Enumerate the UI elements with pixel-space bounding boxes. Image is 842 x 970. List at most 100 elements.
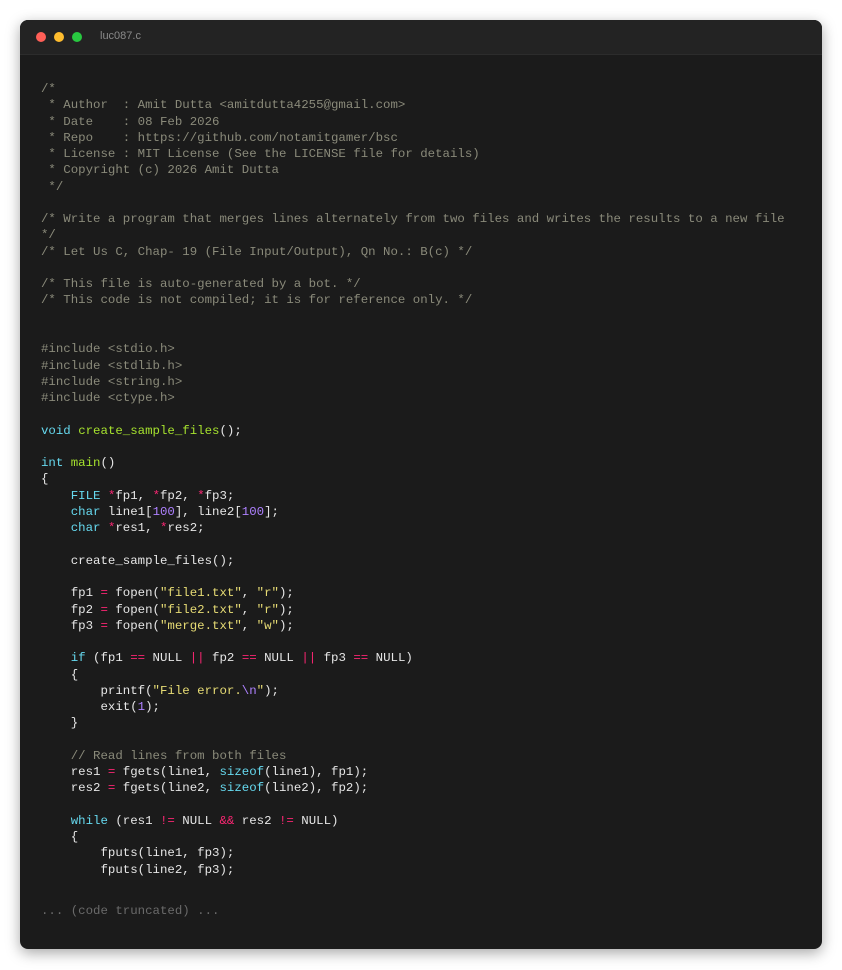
code-token: void bbox=[41, 423, 71, 438]
code-token: #include <string.h> bbox=[41, 374, 183, 389]
code-line: */ bbox=[41, 179, 785, 195]
code-token: res1, bbox=[115, 521, 160, 536]
code-line: /* This code is not compiled; it is for … bbox=[41, 292, 785, 308]
code-token: #include <ctype.h> bbox=[41, 391, 175, 406]
code-token: #include <stdlib.h> bbox=[41, 358, 183, 373]
code-line: FILE *fp1, *fp2, *fp3; bbox=[41, 488, 785, 504]
window-title: luc087.c bbox=[100, 30, 141, 42]
code-token: == bbox=[130, 651, 146, 666]
code-token: "w" bbox=[256, 618, 279, 633]
code-token: NULL bbox=[256, 651, 302, 666]
code-token: { bbox=[41, 667, 79, 682]
code-token: fp2 bbox=[41, 602, 101, 617]
code-token: 1 bbox=[137, 700, 146, 715]
code-token: fopen( bbox=[107, 602, 160, 617]
code-line: fp3 = fopen("merge.txt", "w"); bbox=[41, 618, 785, 634]
code-line: // Read lines from both files bbox=[41, 748, 785, 764]
code-token: fp3 bbox=[41, 618, 101, 633]
code-token: ], line2[ bbox=[174, 504, 242, 519]
code-token: * License : MIT License (See the LICENSE… bbox=[41, 147, 480, 162]
code-token: () bbox=[100, 456, 116, 471]
code-token: = bbox=[100, 586, 108, 601]
code-line: * Author : Amit Dutta <amitdutta4255@gma… bbox=[41, 97, 785, 113]
code-token: "r" bbox=[256, 586, 279, 601]
code-token: * bbox=[197, 488, 205, 503]
code-line: /* Let Us C, Chap- 19 (File Input/Output… bbox=[41, 244, 785, 260]
code-token: */ bbox=[41, 228, 56, 243]
minimize-window-button[interactable] bbox=[54, 32, 64, 42]
code-line: create_sample_files(); bbox=[41, 553, 785, 569]
code-token: ); bbox=[278, 586, 294, 601]
code-token: NULL bbox=[145, 651, 190, 666]
code-token: ); bbox=[145, 700, 160, 715]
code-line: char *res1, *res2; bbox=[41, 520, 785, 536]
code-line: printf("File error.\n"); bbox=[41, 683, 785, 699]
code-token: fp3; bbox=[204, 488, 235, 503]
code-line: * License : MIT License (See the LICENSE… bbox=[41, 146, 785, 162]
code-token: = bbox=[100, 618, 108, 633]
code-token: sizeof bbox=[219, 765, 265, 780]
code-line: res2 = fgets(line2, sizeof(line2), fp2); bbox=[41, 780, 785, 796]
code-token: fopen( bbox=[107, 618, 160, 633]
code-token: || bbox=[301, 651, 317, 666]
code-token: == bbox=[241, 651, 257, 666]
code-token: res2 bbox=[41, 781, 108, 796]
code-token: * Copyright (c) 2026 Amit Dutta bbox=[41, 163, 279, 178]
code-line: /* bbox=[41, 81, 785, 97]
code-token: (fp1 bbox=[85, 651, 131, 666]
code-token: , bbox=[241, 586, 257, 601]
code-token: fgets(line1, bbox=[115, 765, 220, 780]
code-token: } bbox=[41, 716, 79, 731]
code-token: || bbox=[189, 651, 205, 666]
code-token: while bbox=[70, 813, 108, 828]
code-token: , bbox=[241, 602, 257, 617]
code-token: res1 bbox=[41, 765, 108, 780]
code-token: #include <stdio.h> bbox=[41, 342, 175, 357]
code-token: // Read lines from both files bbox=[41, 748, 287, 763]
code-line: fputs(line1, fp3); bbox=[41, 845, 785, 861]
code-token: 100 bbox=[152, 504, 175, 519]
code-token: sizeof bbox=[219, 781, 265, 796]
code-token: { bbox=[41, 830, 79, 845]
code-token: char bbox=[70, 521, 101, 536]
code-line: #include <string.h> bbox=[41, 374, 785, 390]
code-token: (res1 bbox=[107, 813, 160, 828]
code-token: "r" bbox=[256, 602, 279, 617]
code-token: printf( bbox=[41, 683, 153, 698]
code-line: #include <stdlib.h> bbox=[41, 358, 785, 374]
code-token: 100 bbox=[241, 504, 265, 519]
code-token: fgets(line2, bbox=[115, 781, 220, 796]
code-token: (line2), fp2); bbox=[264, 781, 369, 796]
editor-window: luc087.c /* * Author : Amit Dutta <amitd… bbox=[20, 20, 822, 949]
code-view[interactable]: /* * Author : Amit Dutta <amitdutta4255@… bbox=[41, 81, 785, 878]
code-line: { bbox=[41, 667, 785, 683]
code-token: res2 bbox=[234, 813, 279, 828]
code-line: #include <stdio.h> bbox=[41, 341, 785, 357]
code-line: * Date : 08 Feb 2026 bbox=[41, 114, 785, 130]
close-window-button[interactable] bbox=[36, 32, 46, 42]
maximize-window-button[interactable] bbox=[72, 32, 82, 42]
code-token: , bbox=[241, 618, 257, 633]
code-line: if (fp1 == NULL || fp2 == NULL || fp3 ==… bbox=[41, 650, 785, 666]
code-token: ); bbox=[278, 618, 294, 633]
code-line: void create_sample_files(); bbox=[41, 423, 785, 439]
code-token: "file1.txt" bbox=[160, 586, 242, 601]
code-token: fp1, bbox=[115, 488, 153, 503]
code-line: fp2 = fopen("file2.txt", "r"); bbox=[41, 602, 785, 618]
code-token: if bbox=[70, 651, 86, 666]
code-token: create_sample_files(); bbox=[41, 553, 235, 568]
code-token: NULL bbox=[174, 813, 220, 828]
code-token: != bbox=[160, 813, 175, 828]
code-line: fputs(line2, fp3); bbox=[41, 862, 785, 878]
code-line: #include <ctype.h> bbox=[41, 390, 785, 406]
